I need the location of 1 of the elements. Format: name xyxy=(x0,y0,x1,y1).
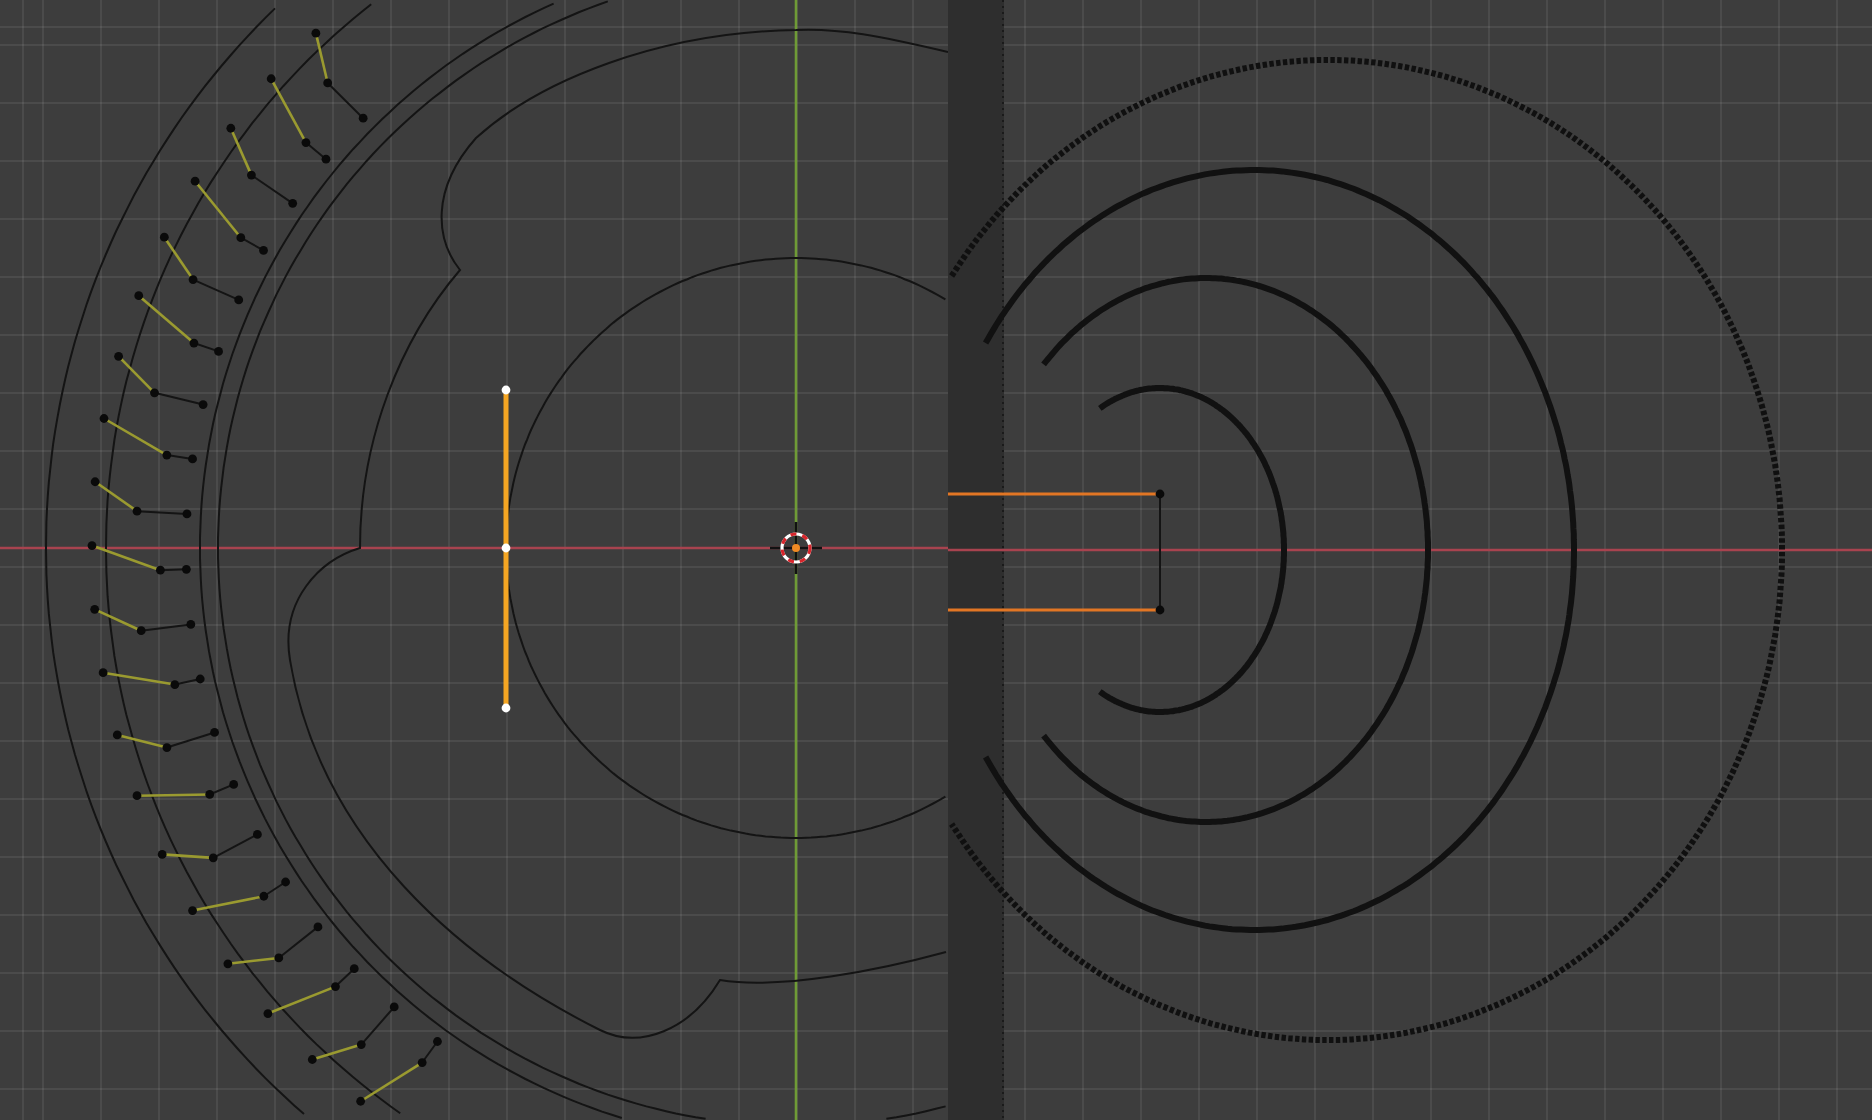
cursor-icon xyxy=(770,522,822,574)
